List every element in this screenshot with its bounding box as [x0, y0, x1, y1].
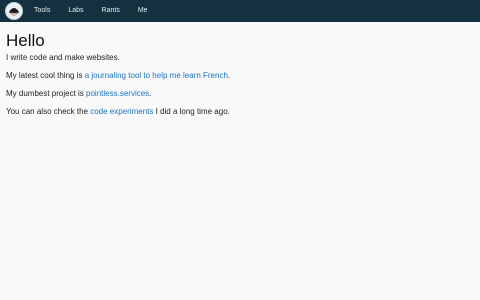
nav-item-tools[interactable]: Tools — [34, 0, 50, 22]
main-content: Hello I write code and make websites. My… — [0, 22, 480, 117]
paragraph-text: You can also check the — [6, 107, 91, 116]
paragraph-text: My dumbest project is — [6, 89, 87, 98]
pointless-services-link[interactable]: pointless.services — [86, 89, 149, 98]
paragraph-text: . — [149, 89, 152, 98]
intro-text: I write code and make websites. — [6, 53, 120, 62]
paragraph-text: I did a long time ago. — [153, 107, 230, 116]
dumbest-project-paragraph: My dumbest project is pointless.services… — [6, 89, 474, 99]
nav-item-rants[interactable]: Rants — [102, 0, 120, 22]
page-title: Hello — [6, 31, 45, 50]
top-navbar: Tools Labs Rants Me — [0, 0, 480, 22]
main-nav: Tools Labs Rants Me — [34, 0, 166, 22]
nav-item-me[interactable]: Me — [138, 0, 148, 22]
code-experiments-link[interactable]: code experiments — [90, 107, 153, 116]
paragraph-text: . — [227, 71, 231, 80]
paragraph-text: My latest cool thing is — [6, 71, 85, 80]
journaling-tool-link[interactable]: a journaling tool to help me learn Frenc… — [85, 71, 228, 80]
nav-item-labs[interactable]: Labs — [68, 0, 83, 22]
experiments-paragraph: You can also check the code experiments … — [6, 107, 474, 117]
avatar-icon — [6, 3, 22, 19]
latest-project-paragraph: My latest cool thing is a journaling too… — [6, 71, 474, 81]
site-logo-avatar[interactable] — [5, 2, 23, 20]
